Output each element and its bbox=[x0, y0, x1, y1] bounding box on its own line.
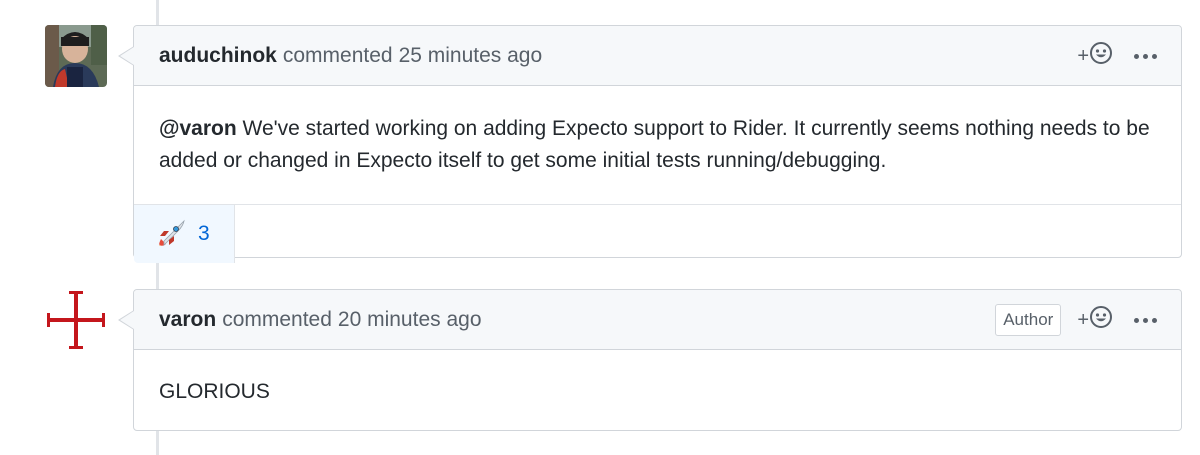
comment-action: commented bbox=[222, 307, 332, 331]
comment-text: We've started working on adding Expecto … bbox=[159, 117, 1150, 172]
comment-body: @varon We've started working on adding E… bbox=[134, 86, 1181, 204]
comment-header: varon commented 20 minutes ago Author + bbox=[134, 290, 1181, 350]
comment-timestamp-link[interactable]: 25 minutes ago bbox=[399, 44, 543, 68]
comment-timestamp-link[interactable]: 20 minutes ago bbox=[338, 308, 482, 332]
comment-varon: varon commented 20 minutes ago Author + bbox=[118, 289, 1182, 431]
rocket-icon bbox=[156, 219, 186, 249]
comment-auduchinok: auduchinok commented 25 minutes ago + @v… bbox=[118, 25, 1182, 263]
user-mention-link[interactable]: @varon bbox=[159, 117, 237, 140]
smiley-icon bbox=[1090, 306, 1112, 334]
smiley-icon bbox=[1090, 42, 1112, 70]
comment-text: GLORIOUS bbox=[159, 380, 270, 403]
comment-header: auduchinok commented 25 minutes ago + bbox=[134, 26, 1181, 86]
more-options-button[interactable] bbox=[1134, 50, 1157, 63]
comment-action: commented bbox=[282, 43, 393, 67]
avatar-auduchinok[interactable] bbox=[45, 25, 107, 87]
reaction-count: 3 bbox=[198, 222, 210, 245]
reactions-bar: 3 bbox=[134, 204, 1181, 263]
comment-body: GLORIOUS bbox=[134, 350, 1181, 435]
timeline-line-top bbox=[156, 0, 159, 25]
add-reaction-button[interactable]: + bbox=[1077, 42, 1112, 70]
comment-author-link[interactable]: auduchinok bbox=[159, 44, 277, 68]
avatar-varon[interactable] bbox=[45, 289, 107, 351]
add-reaction-button[interactable]: + bbox=[1077, 306, 1112, 334]
comment-author-link[interactable]: varon bbox=[159, 308, 216, 332]
author-badge: Author bbox=[995, 304, 1062, 336]
reaction-rocket[interactable]: 3 bbox=[134, 205, 235, 263]
more-options-button[interactable] bbox=[1134, 314, 1157, 327]
